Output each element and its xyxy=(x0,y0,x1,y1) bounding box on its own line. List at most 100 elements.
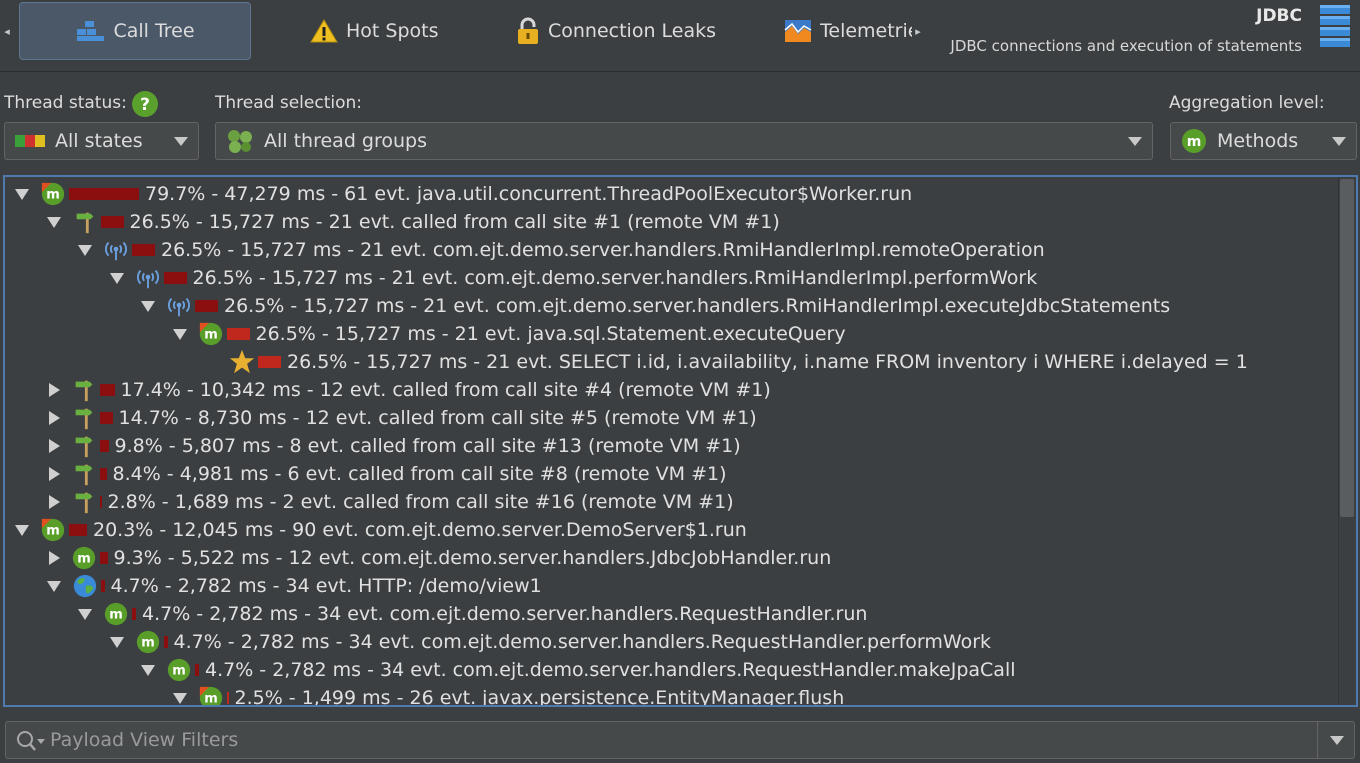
aggregation-level-select[interactable]: m Methods xyxy=(1170,122,1357,160)
thread-selection-value: All thread groups xyxy=(264,130,427,152)
expanded-toggle-icon[interactable] xyxy=(141,664,155,676)
tree-node[interactable]: 9.8% - 5,807 ms - 8 evt. called from cal… xyxy=(47,432,741,460)
tree-node[interactable]: 4.7% - 2,782 ms - 34 evt. HTTP: /demo/vi… xyxy=(46,572,542,600)
expanded-toggle-icon[interactable] xyxy=(172,692,187,704)
thread-groups-icon xyxy=(228,130,252,153)
chevron-down-icon[interactable] xyxy=(1330,736,1344,745)
percentage-bar xyxy=(69,188,139,200)
tree-node[interactable]: 2.8% - 1,689 ms - 2 evt. called from cal… xyxy=(47,488,734,516)
tab-connection-leaks[interactable]: Connection Leaks xyxy=(502,2,730,60)
svg-text:m: m xyxy=(46,188,60,203)
tree-node-label: 20.3% - 12,045 ms - 90 evt. com.ejt.demo… xyxy=(93,519,747,541)
tree-node[interactable]: 8.4% - 4,981 ms - 6 evt. called from cal… xyxy=(47,460,727,488)
tree-node[interactable]: 26.5% - 15,727 ms - 21 evt. called from … xyxy=(46,208,780,236)
tab-telemetries[interactable]: Telemetrie xyxy=(770,2,926,60)
tree-node[interactable]: 26.5% - 15,727 ms - 21 evt. com.ejt.demo… xyxy=(141,292,1170,320)
vertical-scrollbar-track[interactable] xyxy=(1338,177,1356,705)
thread-status-select[interactable]: All states xyxy=(4,122,199,160)
collapsed-toggle-icon[interactable] xyxy=(48,411,60,425)
call-site-icon xyxy=(75,436,92,458)
tree-node-label: 79.7% - 47,279 ms - 61 evt. java.util.co… xyxy=(145,183,913,205)
collapsed-toggle-icon[interactable] xyxy=(48,467,60,481)
percentage-bar xyxy=(99,384,115,396)
tab-hot-spots[interactable]: Hot Spots xyxy=(296,2,453,60)
method-icon: m xyxy=(104,602,128,626)
tab-label: Connection Leaks xyxy=(548,20,717,42)
tree-node[interactable]: m 20.3% - 12,045 ms - 90 evt. com.ejt.dem… xyxy=(15,516,747,544)
view-title: JDBC xyxy=(1256,6,1302,26)
collapsed-toggle-icon[interactable] xyxy=(48,439,60,453)
thread-status-value: All states xyxy=(55,130,143,152)
tree-node-label: 4.7% - 2,782 ms - 34 evt. com.ejt.demo.s… xyxy=(173,631,992,653)
tree-node-label: 9.3% - 5,522 ms - 12 evt. com.ejt.demo.s… xyxy=(113,547,832,569)
tree-node[interactable]: 17.4% - 10,342 ms - 12 evt. called from … xyxy=(47,376,771,404)
expanded-toggle-icon[interactable] xyxy=(46,216,61,228)
thread-status-label: Thread status: xyxy=(4,93,127,113)
thread-selection-select[interactable]: All thread groups xyxy=(215,122,1153,160)
vertical-scrollbar-thumb[interactable] xyxy=(1340,179,1354,517)
svg-text:m: m xyxy=(141,636,155,651)
globe-icon xyxy=(73,574,96,598)
expanded-toggle-icon[interactable] xyxy=(109,272,124,284)
expanded-toggle-icon[interactable] xyxy=(109,636,124,648)
tree-node[interactable]: 26.5% - 15,727 ms - 21 evt. com.ejt.demo… xyxy=(109,264,1037,292)
tree-node[interactable]: 14.7% - 8,730 ms - 12 evt. called from c… xyxy=(47,404,757,432)
tree-node[interactable]: m 26.5% - 15,727 ms - 21 evt. java.sql.St… xyxy=(172,320,846,348)
tree-node[interactable]: m 2.5% - 1,499 ms - 26 evt. javax.persist… xyxy=(172,684,845,707)
expanded-toggle-icon[interactable] xyxy=(46,580,61,592)
tree-node[interactable]: m 9.3% - 5,522 ms - 12 evt. com.ejt.demo.… xyxy=(47,544,832,572)
rmi-icon xyxy=(167,297,191,317)
percentage-bar xyxy=(132,608,136,620)
tree-node-label: 4.7% - 2,782 ms - 34 evt. com.ejt.demo.s… xyxy=(142,603,868,625)
tree-node[interactable]: 26.5% - 15,727 ms - 21 evt. SELECT i.id,… xyxy=(204,348,1248,376)
tree-node-label: 26.5% - 15,727 ms - 21 evt. called from … xyxy=(129,211,780,233)
percentage-bar xyxy=(99,440,109,452)
tree-node-label: 14.7% - 8,730 ms - 12 evt. called from c… xyxy=(118,407,757,429)
telemetry-icon xyxy=(784,20,812,42)
thread-selection-label: Thread selection: xyxy=(215,93,362,113)
method-icon: m xyxy=(72,546,95,570)
expanded-toggle-icon[interactable] xyxy=(172,328,187,340)
expanded-toggle-icon[interactable] xyxy=(78,608,92,620)
call-tree-icon xyxy=(77,21,105,41)
percentage-bar xyxy=(163,272,187,284)
payload-filter-input[interactable] xyxy=(50,727,1290,753)
expanded-toggle-icon[interactable] xyxy=(15,188,29,200)
collapsed-toggle-icon[interactable] xyxy=(48,495,60,509)
scroll-left-button[interactable]: ◂ xyxy=(2,24,12,40)
call-tree[interactable]: m 79.7% - 47,279 ms - 61 evt. java.util.c… xyxy=(3,175,1358,707)
tree-node[interactable]: m 79.7% - 47,279 ms - 61 evt. java.util.c… xyxy=(15,180,912,208)
tree-node-label: 2.5% - 1,499 ms - 26 evt. javax.persiste… xyxy=(234,687,845,707)
call-site-icon xyxy=(75,492,92,514)
tree-node[interactable]: m 4.7% - 2,782 ms - 34 evt. com.ejt.demo.… xyxy=(109,628,992,656)
rmi-icon xyxy=(104,241,128,261)
tree-node[interactable]: m 4.7% - 2,782 ms - 34 evt. com.ejt.demo.… xyxy=(141,656,1016,684)
method-thread-icon: m xyxy=(41,518,65,542)
tree-node[interactable]: 26.5% - 15,727 ms - 21 evt. com.ejt.demo… xyxy=(78,236,1045,264)
percentage-bar xyxy=(226,328,250,340)
percentage-bar xyxy=(258,356,281,368)
collapsed-toggle-icon[interactable] xyxy=(48,551,60,565)
collapsed-toggle-icon[interactable] xyxy=(48,383,60,397)
aggregation-level-value: Methods xyxy=(1217,130,1299,152)
tab-call-tree[interactable]: Call Tree xyxy=(19,2,251,60)
percentage-bar xyxy=(226,692,229,704)
svg-text:m: m xyxy=(1187,134,1202,150)
view-description: JDBC connections and execution of statem… xyxy=(950,37,1302,55)
help-icon[interactable]: ? xyxy=(131,90,159,118)
call-site-icon xyxy=(75,408,92,430)
thread-states-icon xyxy=(15,135,45,147)
tree-node[interactable]: m 4.7% - 2,782 ms - 34 evt. com.ejt.demo.… xyxy=(78,600,867,628)
tab-label: Call Tree xyxy=(113,20,195,42)
scroll-right-button[interactable]: ▸ xyxy=(913,24,923,40)
payload-view-filter xyxy=(5,721,1355,759)
expanded-toggle-icon[interactable] xyxy=(78,244,92,256)
expanded-toggle-icon[interactable] xyxy=(15,524,29,536)
svg-text:m: m xyxy=(77,552,91,567)
svg-text:m: m xyxy=(204,692,218,707)
search-icon[interactable] xyxy=(16,730,46,752)
expanded-toggle-icon[interactable] xyxy=(141,300,155,312)
percentage-bar xyxy=(100,216,124,228)
method-thread-icon: m xyxy=(199,686,222,707)
warning-icon xyxy=(310,19,338,43)
